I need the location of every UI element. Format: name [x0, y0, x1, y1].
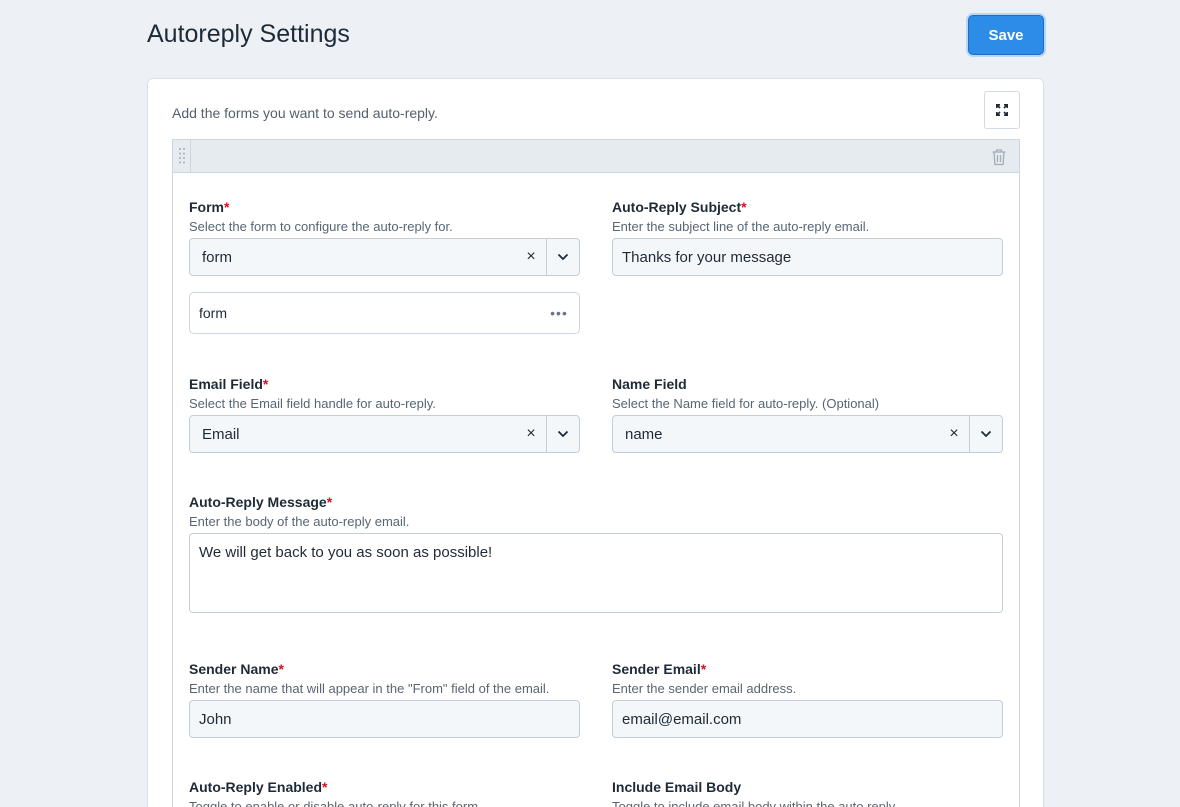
block-header [173, 140, 1019, 173]
email-field-select-value: Email [202, 425, 240, 443]
selected-form-element-label: form [199, 305, 227, 321]
sender-email-input[interactable] [612, 700, 1003, 738]
include-body-hint: Toggle to include email body within the … [612, 799, 896, 807]
message-textarea[interactable]: We will get back to you as soon as possi… [189, 533, 1003, 613]
message-hint: Enter the body of the auto-reply email. [189, 514, 410, 529]
save-button[interactable]: Save [968, 15, 1044, 55]
email-field-label: Email Field [189, 376, 263, 392]
enabled-hint: Toggle to enable or disable auto-reply f… [189, 799, 482, 807]
required-marker: * [326, 494, 333, 510]
selected-form-element[interactable]: form ••• [189, 292, 580, 334]
more-actions-icon[interactable]: ••• [539, 305, 579, 321]
fullscreen-button[interactable] [984, 91, 1020, 129]
subject-field: Auto-Reply Subject* Enter the subject li… [612, 199, 1003, 235]
message-label: Auto-Reply Message [189, 494, 327, 510]
email-field-field: Email Field* Select the Email field hand… [189, 376, 580, 412]
message-field: Auto-Reply Message* Enter the body of th… [189, 494, 1003, 530]
required-marker: * [278, 661, 284, 677]
chevron-down-icon [557, 253, 569, 261]
required-marker: * [741, 199, 747, 215]
name-field-field: Name Field Select the Name field for aut… [612, 376, 1003, 412]
sender-name-label: Sender Name [189, 661, 279, 677]
name-field-dropdown-toggle[interactable] [969, 416, 1002, 452]
enabled-label: Auto-Reply Enabled [189, 779, 323, 795]
chevron-down-icon [557, 430, 569, 438]
subject-label: Auto-Reply Subject [612, 199, 742, 215]
form-label: Form [189, 199, 224, 215]
grip-icon [178, 148, 185, 164]
drag-handle[interactable] [173, 140, 191, 172]
sender-name-field: Sender Name* Enter the name that will ap… [189, 661, 580, 697]
subject-hint: Enter the subject line of the auto-reply… [612, 219, 870, 234]
form-block: Form* Select the form to configure the a… [172, 139, 1020, 807]
form-hint: Select the form to configure the auto-re… [189, 219, 453, 234]
form-select[interactable]: form × [189, 238, 580, 276]
email-field-hint: Select the Email field handle for auto-r… [189, 396, 436, 411]
sender-name-input[interactable] [189, 700, 580, 738]
sender-email-field: Sender Email* Enter the sender email add… [612, 661, 1003, 697]
required-marker: * [700, 661, 707, 677]
chevron-down-icon [980, 430, 992, 438]
form-select-value: form [202, 248, 232, 266]
required-marker: * [262, 376, 269, 392]
include-body-label: Include Email Body [612, 779, 742, 795]
name-field-label: Name Field [612, 376, 687, 392]
form-dropdown-toggle[interactable] [546, 239, 579, 275]
trash-icon [992, 149, 1006, 166]
card-instructions: Add the forms you want to send auto-repl… [172, 105, 438, 121]
email-field-select[interactable]: Email × [189, 415, 580, 453]
email-field-dropdown-toggle[interactable] [546, 416, 579, 452]
sender-name-hint: Enter the name that will appear in the "… [189, 681, 550, 696]
form-field: Form* Select the form to configure the a… [189, 199, 580, 235]
required-marker: * [224, 199, 230, 215]
required-marker: * [322, 779, 328, 795]
expand-icon [996, 104, 1008, 116]
sender-email-label: Sender Email [612, 661, 701, 677]
enabled-field: Auto-Reply Enabled* Toggle to enable or … [189, 779, 580, 807]
name-field-select-value: name [625, 425, 663, 443]
email-field-clear-icon[interactable]: × [516, 425, 546, 443]
page-title: Autoreply Settings [147, 20, 350, 48]
sender-email-hint: Enter the sender email address. [612, 681, 797, 696]
name-field-clear-icon[interactable]: × [939, 425, 969, 443]
name-field-hint: Select the Name field for auto-reply. (O… [612, 396, 880, 411]
name-field-select[interactable]: name × [612, 415, 1003, 453]
delete-block-button[interactable] [991, 148, 1007, 166]
form-clear-icon[interactable]: × [516, 248, 546, 266]
settings-card: Add the forms you want to send auto-repl… [147, 78, 1044, 807]
subject-input[interactable] [612, 238, 1003, 276]
include-body-field: Include Email Body Toggle to include ema… [612, 779, 1003, 807]
